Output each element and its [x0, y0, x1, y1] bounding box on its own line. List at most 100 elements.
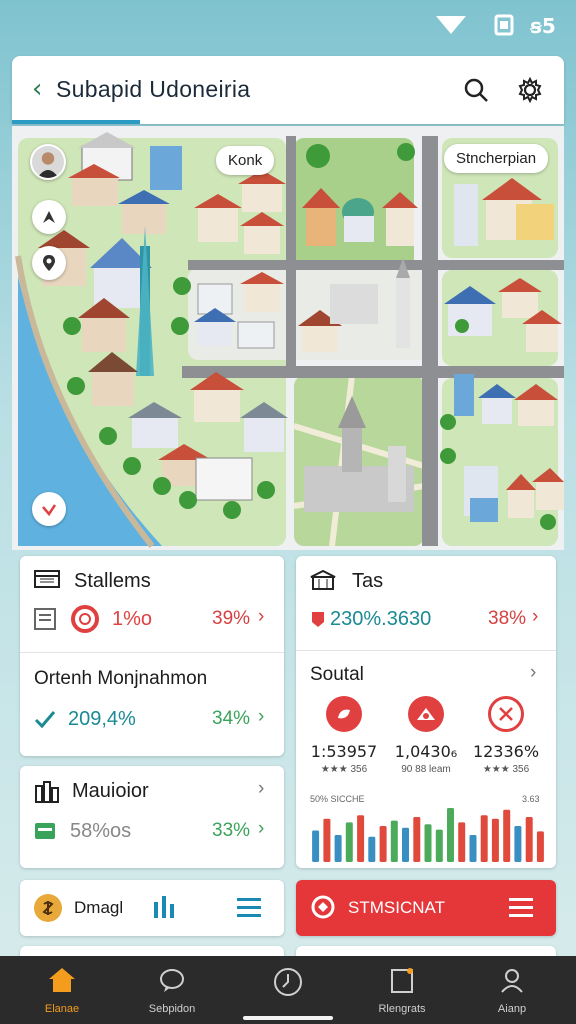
chevron-right-icon[interactable]: › [532, 606, 538, 628]
card-pct-stallems: 39% [212, 608, 251, 629]
map-illustration [15, 132, 564, 548]
chart-bar [323, 818, 331, 862]
bar-chart [312, 808, 544, 862]
chart-label-left: 50% SICCHE [310, 794, 365, 804]
chart-bar [435, 829, 443, 862]
location-icon[interactable] [32, 246, 66, 280]
menu-icon[interactable] [236, 896, 262, 918]
page-title: Subapid Udoneiria [56, 76, 251, 102]
map-label-stncherpian[interactable]: Stncherpian [444, 144, 549, 173]
card-title-soutal: Soutal [310, 664, 364, 685]
chart-bar [357, 815, 365, 862]
lifebuoy-icon [70, 604, 100, 634]
tag-icon [310, 610, 326, 628]
stats-card-mauioior: Mauioior › 58%os 33% › [20, 766, 284, 868]
wifi-icon [434, 14, 468, 42]
chart-bar [413, 817, 421, 862]
badge-icon [326, 696, 362, 732]
document-icon [388, 968, 416, 998]
wallet-icon [34, 822, 56, 840]
status-bar: ꞩ5 [0, 0, 576, 50]
chart-bar [536, 831, 544, 862]
card-title-mauioior: Mauioior [72, 780, 149, 802]
map-label-konk[interactable]: Konk [216, 146, 275, 175]
home-icon [47, 968, 77, 998]
chevron-right-icon[interactable]: › [530, 662, 536, 684]
stat-value: 12336% [472, 742, 540, 761]
nav-label: Sebpidon [148, 1003, 196, 1015]
coin-icon [34, 894, 62, 922]
nav-label: Elanae [44, 1003, 80, 1015]
stat-item: 12336% ★★★ 356 [466, 696, 546, 775]
divider [296, 650, 556, 651]
stat-item: 1:53957 ★★★ 356 [304, 696, 384, 775]
card-pct-mauioior: 33% [212, 820, 251, 841]
chart-label-right: 3.63 [522, 794, 540, 804]
chevron-right-icon[interactable]: › [258, 606, 264, 628]
list-icon [34, 608, 56, 630]
nav-label: Rlengrats [378, 1003, 426, 1015]
nav-label: Aianp [497, 1003, 527, 1015]
settings-icon[interactable] [510, 70, 550, 110]
alert-icon [310, 894, 336, 920]
chevron-right-icon[interactable]: › [258, 706, 264, 728]
app-bar-accent [12, 120, 140, 124]
calendar-icon [34, 570, 60, 588]
chevron-right-icon[interactable]: › [258, 778, 264, 800]
compass-icon[interactable] [32, 200, 66, 234]
chart-bar [447, 808, 454, 862]
chart-bar [390, 820, 398, 862]
profile-icon [498, 969, 526, 998]
chevron-right-icon[interactable]: › [258, 818, 264, 840]
stat-value: 1:53957 [310, 742, 378, 761]
chart-bar [345, 822, 353, 862]
chart-bar [334, 835, 342, 862]
building-icon [310, 570, 336, 590]
card-title-stmsicnat: STMSICNAT [348, 898, 445, 917]
battery-icon [494, 14, 514, 42]
nav-item-aianp[interactable]: Aianp [462, 966, 562, 1015]
city-icon [34, 780, 60, 804]
card-value-ortenh: 209,4% [68, 708, 136, 730]
clock-icon [272, 968, 304, 1002]
stat-value: 1,0430₆ [394, 742, 458, 761]
card-value-tas: 230%.3630 [330, 608, 432, 630]
chart-bar [368, 836, 376, 862]
chart-bar [525, 817, 533, 862]
card-pct-tas: 38% [488, 608, 527, 629]
card-title-dmagl: Dmagl [74, 898, 124, 917]
stat-caption: ★★★ 356 [482, 764, 530, 775]
chat-icon [157, 969, 187, 998]
card-title-ortenh: Ortenh Monjnahmon [34, 668, 208, 689]
nav-item-clock[interactable] [238, 966, 338, 1007]
search-icon[interactable] [456, 70, 496, 110]
city-map[interactable]: Konk Stncherpian [12, 126, 564, 550]
stat-item: 1,0430₆ 90 88 leam [386, 696, 466, 775]
chart-bar [379, 826, 387, 862]
nav-item-sebpidon[interactable]: Sebpidon [122, 966, 222, 1015]
bottom-navigation: Elanae Sebpidon Rlengrats Aianp [0, 956, 576, 1024]
chart-bar [514, 826, 522, 862]
back-icon[interactable]: ‹ [32, 74, 42, 104]
chart-bar [424, 824, 432, 862]
chart-bar [458, 822, 466, 862]
nav-item-home[interactable]: Elanae [12, 966, 112, 1015]
menu-icon[interactable] [508, 896, 534, 918]
dmagl-card[interactable]: Dmagl [20, 880, 284, 936]
stmsicnat-button[interactable]: STMSICNAT [296, 880, 556, 936]
card-value-stallems: 1%o [112, 608, 153, 630]
home-indicator[interactable] [243, 1016, 333, 1020]
app-bar: ‹ Subapid Udoneiria [12, 56, 564, 124]
favorite-icon[interactable] [32, 492, 66, 526]
bars-icon [152, 894, 176, 920]
avatar[interactable] [30, 144, 66, 180]
nav-item-rlengrats[interactable]: Rlengrats [352, 966, 452, 1015]
stat-caption: ★★★ 356 [320, 764, 368, 775]
badge-icon [408, 696, 444, 732]
chart-bar [469, 835, 477, 862]
chart-bar [480, 815, 488, 862]
chart-bar [503, 809, 511, 862]
chart-bar [312, 830, 320, 862]
stat-caption: 90 88 leam [401, 764, 451, 775]
stats-card-right: Tas 230%.3630 38% › Soutal › 1:53957 ★★★… [296, 556, 556, 868]
